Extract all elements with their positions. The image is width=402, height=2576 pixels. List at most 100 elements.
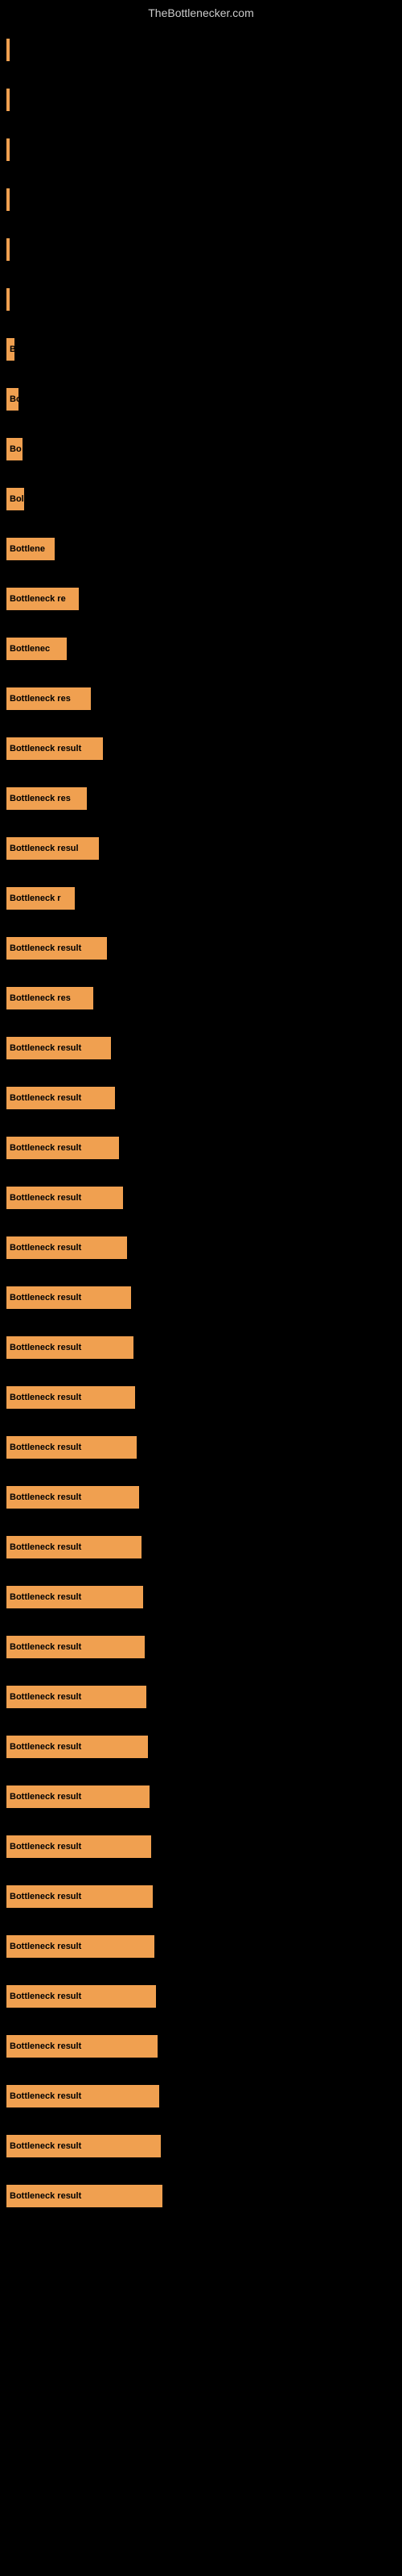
- bar-row: Bottleneck result: [0, 1274, 402, 1322]
- bar: Bottleneck result: [6, 2135, 161, 2157]
- bar-row: Bottleneck res: [0, 974, 402, 1022]
- bar-row: Bottleneck result: [0, 2122, 402, 2170]
- bar: Bottleneck result: [6, 1336, 133, 1359]
- bar: Bottleneck result: [6, 1187, 123, 1209]
- bar: Bottleneck result: [6, 1985, 156, 2008]
- bar-label: Bottleneck resul: [10, 844, 79, 853]
- bar-row: Bottleneck result: [0, 1922, 402, 1971]
- bars-container: BBoBoBolBottleneBottleneck reBottlenecBo…: [0, 26, 402, 2220]
- bar-row: Bottleneck result: [0, 1872, 402, 1921]
- bar: [6, 238, 10, 261]
- bar-label: Bottleneck result: [10, 2091, 81, 2101]
- bar-row: Bottleneck res: [0, 774, 402, 823]
- bar-label: Bottleneck result: [10, 1592, 81, 1602]
- site-title: TheBottlenecker.com: [0, 0, 402, 26]
- bar-label: Bottleneck result: [10, 1742, 81, 1752]
- bar-label: Bottleneck result: [10, 1492, 81, 1502]
- bar-row: [0, 175, 402, 224]
- bar: Bottleneck result: [6, 1536, 142, 1558]
- bar: B: [6, 338, 14, 361]
- bar: Bottleneck res: [6, 987, 93, 1009]
- bar-row: Bottleneck res: [0, 675, 402, 723]
- bar: Bottleneck result: [6, 1586, 143, 1608]
- bar: [6, 188, 10, 211]
- bar: Bottleneck result: [6, 1686, 146, 1708]
- bar: Bottleneck resul: [6, 837, 99, 860]
- bar: Bottleneck re: [6, 588, 79, 610]
- bar-row: Bottleneck result: [0, 1723, 402, 1771]
- bar-row: B: [0, 325, 402, 374]
- bar: Bottleneck result: [6, 2035, 158, 2058]
- bar-row: Bottleneck result: [0, 1473, 402, 1521]
- bar-label: Bottleneck result: [10, 1393, 81, 1402]
- bar-label: Bottleneck result: [10, 1542, 81, 1552]
- bar: Bottleneck result: [6, 1885, 153, 1908]
- bar-row: Bottleneck result: [0, 2022, 402, 2070]
- bar-label: Bottleneck result: [10, 1193, 81, 1203]
- bar: [6, 138, 10, 161]
- bar: Bottleneck result: [6, 1736, 148, 1758]
- bar-row: [0, 225, 402, 274]
- bar-label: Bottleneck result: [10, 1942, 81, 1951]
- bar-row: Bottleneck result: [0, 1074, 402, 1122]
- bar: Bottleneck result: [6, 2085, 159, 2107]
- bar-row: Bottleneck result: [0, 924, 402, 972]
- bar-row: Bottlenec: [0, 625, 402, 673]
- bar-label: Bottleneck res: [10, 694, 71, 704]
- bar: Bottleneck result: [6, 737, 103, 760]
- bar: Bottleneck result: [6, 1137, 119, 1159]
- bar: Bottleneck result: [6, 1835, 151, 1858]
- bar-row: Bo: [0, 425, 402, 473]
- bar-label: Bottleneck result: [10, 1443, 81, 1452]
- bar: Bottleneck result: [6, 1037, 111, 1059]
- bar-label: Bottleneck result: [10, 2191, 81, 2201]
- bar-row: Bottleneck result: [0, 1573, 402, 1621]
- bar: [6, 39, 10, 61]
- bar-label: Bottleneck result: [10, 1992, 81, 2001]
- bar-row: Bottleneck result: [0, 724, 402, 773]
- bar: Bottlene: [6, 538, 55, 560]
- bar: Bo: [6, 388, 18, 411]
- bar-label: Bottleneck result: [10, 1892, 81, 1901]
- bar: Bottlenec: [6, 638, 67, 660]
- bar-row: Bottleneck result: [0, 1823, 402, 1871]
- bar-row: Bottleneck re: [0, 575, 402, 623]
- bar-row: Bottleneck result: [0, 1124, 402, 1172]
- bar-row: Bottleneck result: [0, 1373, 402, 1422]
- bar-row: [0, 76, 402, 124]
- bar: Bo: [6, 438, 23, 460]
- bar: [6, 89, 10, 111]
- bar: Bottleneck res: [6, 687, 91, 710]
- bar-label: Bottleneck result: [10, 1043, 81, 1053]
- bar: Bottleneck result: [6, 1785, 150, 1808]
- bar-label: Bo: [10, 394, 22, 404]
- bar-label: Bottleneck result: [10, 1093, 81, 1103]
- bar-label: Bottleneck result: [10, 2041, 81, 2051]
- bar-row: Bottleneck r: [0, 874, 402, 923]
- bar-label: Bottleneck result: [10, 1243, 81, 1253]
- bar: Bottleneck result: [6, 1636, 145, 1658]
- bar: [6, 288, 10, 311]
- bar: Bottleneck result: [6, 1935, 154, 1958]
- bar-label: Bottleneck r: [10, 894, 61, 903]
- bar-row: [0, 26, 402, 74]
- bar-label: Bottleneck res: [10, 993, 71, 1003]
- bar-row: Bottleneck result: [0, 1623, 402, 1671]
- bar-label: Bottleneck result: [10, 1792, 81, 1802]
- bar-row: [0, 126, 402, 174]
- bar-row: Bottleneck result: [0, 1673, 402, 1721]
- bar: Bottleneck result: [6, 2185, 162, 2207]
- bar: Bottleneck result: [6, 1286, 131, 1309]
- bar-row: Bottlene: [0, 525, 402, 573]
- bar-row: Bottleneck result: [0, 1323, 402, 1372]
- bar-label: Bottleneck result: [10, 1842, 81, 1852]
- bar-row: Bottleneck result: [0, 1224, 402, 1272]
- bar-label: Bottleneck res: [10, 794, 71, 803]
- bar-row: Bottleneck result: [0, 1423, 402, 1472]
- bar-label: Bol: [10, 494, 24, 504]
- bar-row: [0, 275, 402, 324]
- bar-label: Bo: [10, 444, 22, 454]
- bar: Bottleneck result: [6, 1386, 135, 1409]
- bar-label: Bottleneck result: [10, 1642, 81, 1652]
- bar-label: Bottleneck result: [10, 744, 81, 753]
